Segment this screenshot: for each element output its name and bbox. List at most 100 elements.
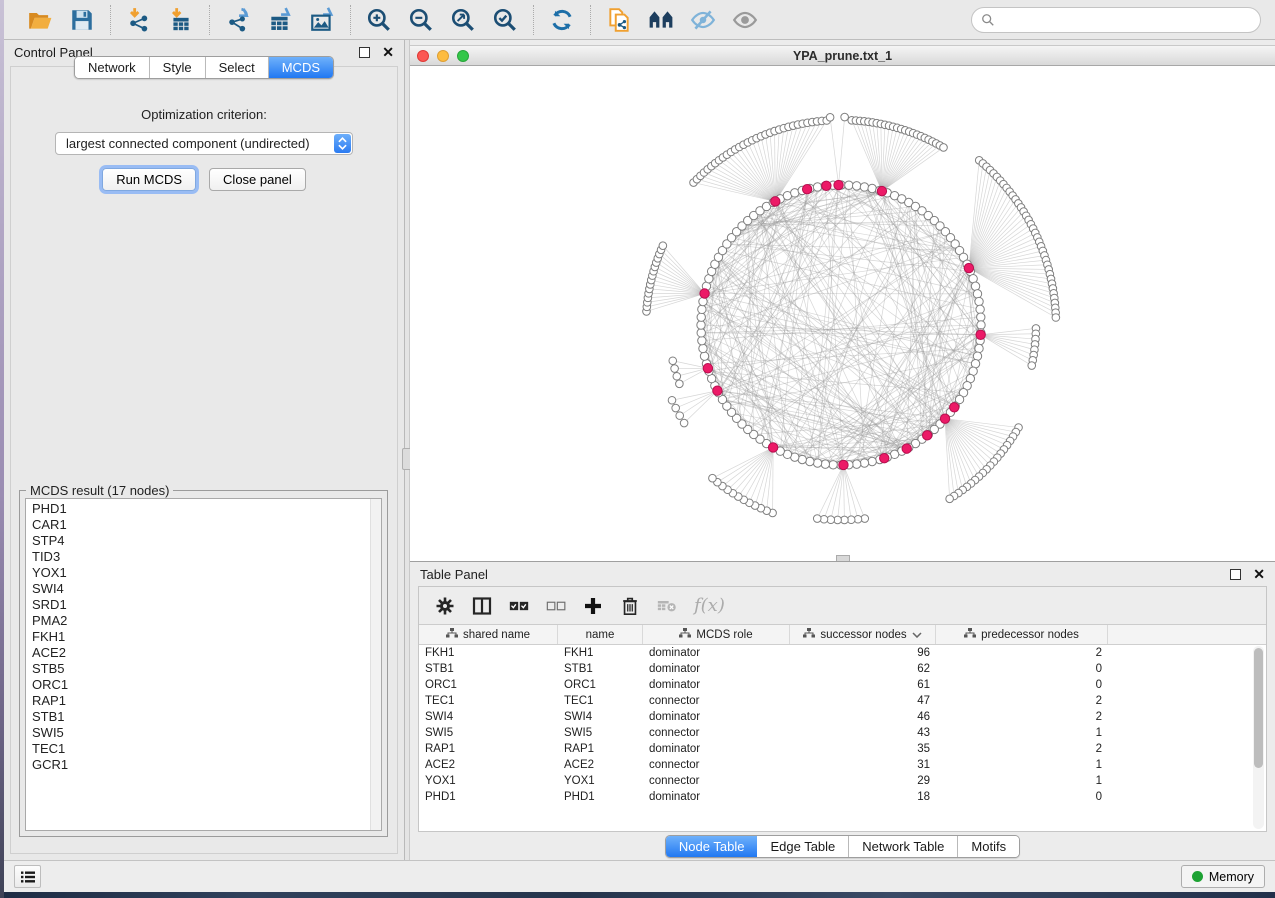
table-cell[interactable]: 46 xyxy=(790,711,936,723)
delete-column-button[interactable] xyxy=(620,596,640,616)
table-scrollbar[interactable] xyxy=(1253,646,1264,829)
table-cell[interactable]: SWI5 xyxy=(558,727,643,739)
table-cell[interactable]: YOX1 xyxy=(558,775,643,787)
table-cell[interactable]: SWI5 xyxy=(419,727,558,739)
save-session-button[interactable] xyxy=(64,4,100,36)
zoom-selected-button[interactable] xyxy=(487,4,523,36)
table-cell[interactable]: connector xyxy=(643,759,790,771)
table-cell[interactable]: connector xyxy=(643,775,790,787)
table-cell[interactable]: 0 xyxy=(936,791,1108,803)
table-cell[interactable]: ORC1 xyxy=(558,679,643,691)
mcds-result-item[interactable]: YOX1 xyxy=(32,565,381,581)
mcds-result-item[interactable]: ORC1 xyxy=(32,677,381,693)
table-row[interactable]: FKH1FKH1dominator962 xyxy=(419,645,1266,661)
hide-selected-button[interactable] xyxy=(685,4,721,36)
table-cell[interactable]: dominator xyxy=(643,791,790,803)
create-column-button[interactable] xyxy=(583,596,603,616)
tab-network[interactable]: Network xyxy=(75,57,150,78)
table-cell[interactable]: TEC1 xyxy=(419,695,558,707)
float-panel-icon[interactable] xyxy=(359,47,370,58)
run-mcds-button[interactable]: Run MCDS xyxy=(102,168,196,191)
table-cell[interactable]: dominator xyxy=(643,711,790,723)
tab-edge-table[interactable]: Edge Table xyxy=(757,836,849,857)
table-cell[interactable]: 62 xyxy=(790,663,936,675)
tab-motifs[interactable]: Motifs xyxy=(958,836,1019,857)
minimize-window-icon[interactable] xyxy=(437,50,449,62)
table-cell[interactable]: 1 xyxy=(936,759,1108,771)
table-cell[interactable]: PHD1 xyxy=(419,791,558,803)
refresh-view-button[interactable] xyxy=(544,4,580,36)
column-header-shared-name[interactable]: shared name xyxy=(419,625,558,644)
mcds-result-item[interactable]: FKH1 xyxy=(32,629,381,645)
column-header-name[interactable]: name xyxy=(558,625,643,644)
table-row[interactable]: YOX1YOX1connector291 xyxy=(419,773,1266,789)
table-cell[interactable]: ACE2 xyxy=(558,759,643,771)
function-builder-button[interactable]: f(x) xyxy=(694,595,725,616)
table-row[interactable]: SWI5SWI5connector431 xyxy=(419,725,1266,741)
zoom-out-button[interactable] xyxy=(403,4,439,36)
first-neighbors-button[interactable] xyxy=(643,4,679,36)
show-all-button[interactable] xyxy=(727,4,763,36)
open-file-button[interactable] xyxy=(22,4,58,36)
table-settings-button[interactable] xyxy=(435,596,455,616)
deselect-all-rows-button[interactable] xyxy=(546,596,566,616)
tab-node-table[interactable]: Node Table xyxy=(666,836,758,857)
mcds-result-item[interactable]: SRD1 xyxy=(32,597,381,613)
export-network-button[interactable] xyxy=(220,4,256,36)
horizontal-splitter-grip[interactable] xyxy=(836,555,850,561)
table-row[interactable]: PHD1PHD1dominator180 xyxy=(419,789,1266,805)
mcds-result-item[interactable]: STB1 xyxy=(32,709,381,725)
table-row[interactable]: STB1STB1dominator620 xyxy=(419,661,1266,677)
tab-style[interactable]: Style xyxy=(150,57,206,78)
mcds-result-scrollbar[interactable] xyxy=(370,499,381,830)
mcds-result-item[interactable]: STP4 xyxy=(32,533,381,549)
table-cell[interactable]: 35 xyxy=(790,743,936,755)
show-column-panel-button[interactable] xyxy=(472,596,492,616)
table-cell[interactable]: 0 xyxy=(936,663,1108,675)
table-cell[interactable]: SWI4 xyxy=(419,711,558,723)
optimization-criterion-dropdown[interactable]: largest connected component (undirected) xyxy=(55,132,353,155)
table-cell[interactable]: 1 xyxy=(936,727,1108,739)
table-cell[interactable]: 2 xyxy=(936,743,1108,755)
table-cell[interactable]: SWI4 xyxy=(558,711,643,723)
mcds-result-item[interactable]: CAR1 xyxy=(32,517,381,533)
mcds-result-item[interactable]: SWI4 xyxy=(32,581,381,597)
table-row[interactable]: ORC1ORC1dominator610 xyxy=(419,677,1266,693)
table-cell[interactable]: dominator xyxy=(643,743,790,755)
table-row[interactable]: SWI4SWI4dominator462 xyxy=(419,709,1266,725)
table-cell[interactable]: 47 xyxy=(790,695,936,707)
table-cell[interactable]: TEC1 xyxy=(558,695,643,707)
network-canvas[interactable] xyxy=(410,66,1275,561)
maximize-window-icon[interactable] xyxy=(457,50,469,62)
new-network-from-selection-button[interactable] xyxy=(601,4,637,36)
network-graph[interactable] xyxy=(410,66,1275,560)
table-cell[interactable]: YOX1 xyxy=(419,775,558,787)
tab-mcds[interactable]: MCDS xyxy=(269,57,333,78)
table-row[interactable]: RAP1RAP1dominator352 xyxy=(419,741,1266,757)
table-cell[interactable]: dominator xyxy=(643,663,790,675)
table-cell[interactable]: 43 xyxy=(790,727,936,739)
search-box[interactable] xyxy=(971,7,1261,33)
memory-button[interactable]: Memory xyxy=(1181,865,1265,888)
table-row[interactable]: ACE2ACE2connector311 xyxy=(419,757,1266,773)
export-table-button[interactable] xyxy=(262,4,298,36)
delete-table-button[interactable] xyxy=(657,596,677,616)
column-header-successor-nodes[interactable]: successor nodes xyxy=(790,625,936,644)
table-cell[interactable]: PHD1 xyxy=(558,791,643,803)
table-cell[interactable]: 2 xyxy=(936,711,1108,723)
zoom-fit-button[interactable] xyxy=(445,4,481,36)
table-cell[interactable]: FKH1 xyxy=(419,647,558,659)
table-cell[interactable]: FKH1 xyxy=(558,647,643,659)
import-table-button[interactable] xyxy=(163,4,199,36)
table-cell[interactable]: 31 xyxy=(790,759,936,771)
table-cell[interactable]: dominator xyxy=(643,679,790,691)
mcds-result-item[interactable]: GCR1 xyxy=(32,757,381,773)
table-cell[interactable]: ORC1 xyxy=(419,679,558,691)
close-table-panel-icon[interactable]: ✕ xyxy=(1253,569,1265,580)
mcds-result-item[interactable]: STB5 xyxy=(32,661,381,677)
table-cell[interactable]: 18 xyxy=(790,791,936,803)
import-network-button[interactable] xyxy=(121,4,157,36)
mcds-result-item[interactable]: RAP1 xyxy=(32,693,381,709)
mcds-result-item[interactable]: TID3 xyxy=(32,549,381,565)
table-cell[interactable]: 2 xyxy=(936,695,1108,707)
